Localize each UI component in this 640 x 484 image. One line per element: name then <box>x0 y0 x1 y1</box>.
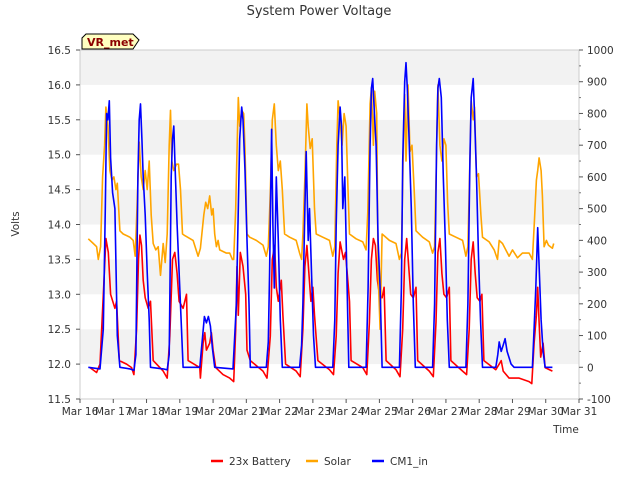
grid-band <box>80 259 579 295</box>
plot-area <box>79 49 580 400</box>
legend-label: CM1_in <box>390 456 428 468</box>
legend: 23x Battery Solar CM1_in <box>211 456 428 468</box>
x-tick-label: Mar 30 <box>527 406 564 418</box>
right-axis: -100 0 100 200 300 400 500 600 700 800 900 1000 <box>579 45 614 406</box>
x-tick-label: Mar 18 <box>128 406 165 418</box>
left-tick-label: 14.0 <box>48 220 71 232</box>
right-tick-label: 300 <box>587 267 607 279</box>
grid-band <box>80 294 579 330</box>
left-tick-label: 12.5 <box>48 324 71 336</box>
legend-item: 23x Battery <box>211 456 291 468</box>
x-tick-label: Mar 29 <box>494 406 531 418</box>
left-tick-label: 12.0 <box>48 359 71 371</box>
chart-title: System Power Voltage <box>247 4 392 19</box>
grid-band <box>80 329 579 365</box>
right-tick-label: 200 <box>587 299 607 311</box>
x-tick-label: Mar 21 <box>228 406 265 418</box>
right-tick-label: -100 <box>587 394 611 406</box>
grid-band <box>80 50 579 85</box>
legend-label: Solar <box>324 456 351 468</box>
left-tick-label: 11.5 <box>48 394 71 406</box>
right-tick-label: 1000 <box>587 45 614 57</box>
legend-label: 23x Battery <box>229 456 291 468</box>
right-tick-label: 500 <box>587 204 607 216</box>
left-tick-label: 13.0 <box>48 289 71 301</box>
grid-band <box>80 189 579 225</box>
x-tick-label: Mar 24 <box>328 406 365 418</box>
x-tick-label: Mar 17 <box>95 406 132 418</box>
x-tick-label: Mar 20 <box>195 406 232 418</box>
x-tick-label: Mar 16 <box>62 406 99 418</box>
legend-item: Solar <box>306 456 351 468</box>
left-tick-label: 14.5 <box>48 185 71 197</box>
right-tick-label: 600 <box>587 172 607 184</box>
legend-item: CM1_in <box>372 456 428 468</box>
grid-band <box>80 154 579 190</box>
left-tick-label: 16.0 <box>48 80 71 92</box>
right-tick-label: 800 <box>587 108 607 120</box>
grid-bands <box>80 50 579 399</box>
x-tick-label: Mar 22 <box>261 406 298 418</box>
grid-band <box>80 84 579 120</box>
x-tick-label: Mar 19 <box>162 406 199 418</box>
x-tick-label: Mar 28 <box>461 406 498 418</box>
right-tick-label: 100 <box>587 331 607 343</box>
x-tick-label: Mar 27 <box>428 406 465 418</box>
badge-label: VR_met <box>87 36 134 49</box>
vr-met-badge: VR_met <box>81 33 140 50</box>
right-tick-label: 700 <box>587 140 607 152</box>
x-tick-label: Mar 23 <box>295 406 332 418</box>
left-tick-label: 15.0 <box>48 150 71 162</box>
x-axis: Mar 16Mar 17Mar 18Mar 19Mar 20Mar 21Mar … <box>62 399 598 418</box>
grid-band <box>80 119 579 155</box>
x-tick-label: Mar 31 <box>561 406 598 418</box>
left-tick-label: 15.5 <box>48 115 71 127</box>
left-axis: 11.5 12.0 12.5 13.0 13.5 14.0 14.5 15.0 15.5 16.0… <box>48 45 80 406</box>
x-tick-label: Mar 26 <box>394 406 431 418</box>
x-axis-label: Time <box>552 424 579 436</box>
right-tick-label: 900 <box>587 77 607 89</box>
right-tick-label: 0 <box>587 362 594 374</box>
y-axis-label: Volts <box>10 211 22 236</box>
right-tick-label: 400 <box>587 235 607 247</box>
left-tick-label: 13.5 <box>48 254 71 266</box>
x-tick-label: Mar 25 <box>361 406 398 418</box>
left-tick-label: 16.5 <box>48 45 71 57</box>
chart: System Power Voltage 11.5 12.0 12.5 13.0 13.… <box>10 4 614 468</box>
